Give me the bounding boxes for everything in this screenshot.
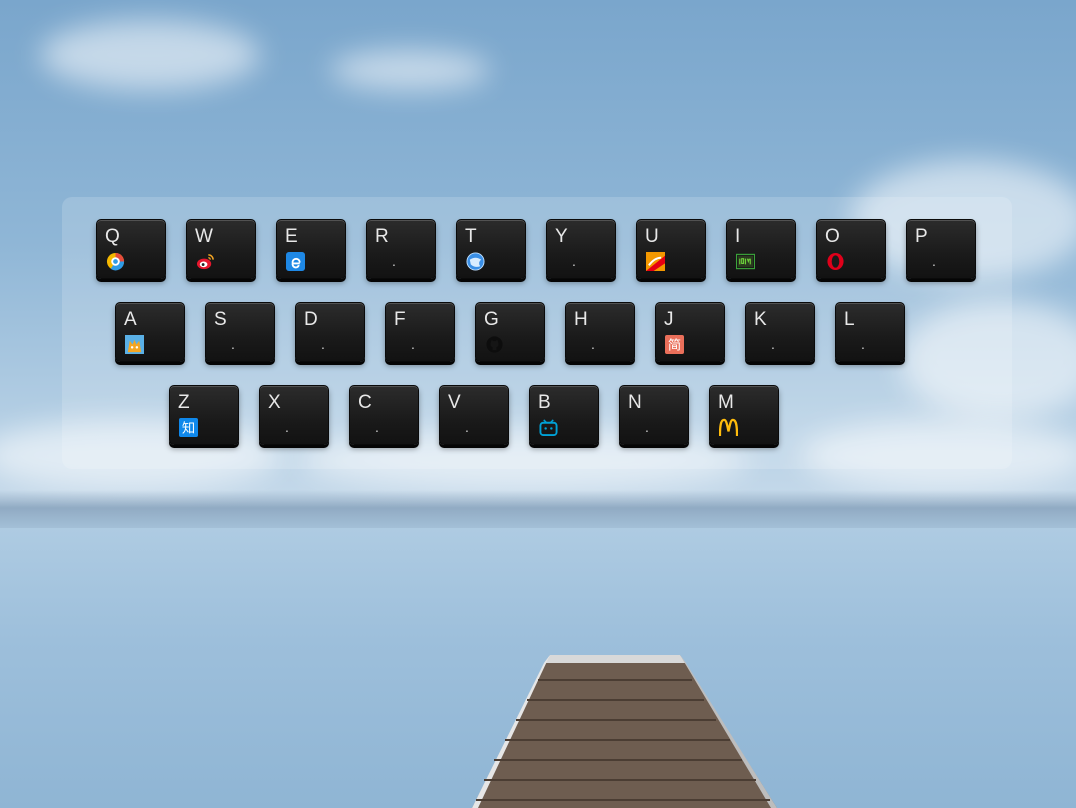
key-empty-dot: . — [285, 419, 289, 435]
key-letter: Z — [178, 392, 190, 413]
key-letter: J — [664, 309, 674, 330]
key-g[interactable]: G — [475, 302, 545, 362]
key-empty-dot: . — [861, 336, 865, 352]
key-b[interactable]: B — [529, 385, 599, 445]
key-letter: X — [268, 392, 281, 413]
key-q[interactable]: Q — [96, 219, 166, 279]
key-letter: Y — [555, 226, 568, 247]
key-y[interactable]: Y . — [546, 219, 616, 279]
key-empty-dot: . — [231, 336, 235, 352]
key-empty-dot: . — [771, 336, 775, 352]
weibo-icon — [196, 254, 214, 270]
opera-icon — [827, 252, 844, 271]
key-r[interactable]: R . — [366, 219, 436, 279]
key-letter: O — [825, 226, 840, 247]
key-letter: B — [538, 392, 551, 413]
acfun-icon — [125, 335, 144, 354]
key-letter: C — [358, 392, 372, 413]
key-empty-dot: . — [392, 253, 396, 269]
key-letter: G — [484, 309, 499, 330]
key-k[interactable]: K . — [745, 302, 815, 362]
key-v[interactable]: V . — [439, 385, 509, 445]
key-letter: H — [574, 309, 588, 330]
key-i[interactable]: I — [726, 219, 796, 279]
key-t[interactable]: T — [456, 219, 526, 279]
distant-mountains — [0, 490, 1076, 530]
key-j[interactable]: J 简 — [655, 302, 725, 362]
key-letter: U — [645, 226, 659, 247]
edge-icon — [286, 252, 305, 271]
mcdonalds-icon — [719, 418, 738, 437]
key-letter: L — [844, 309, 855, 330]
zhihu-glyph: 知 — [182, 420, 195, 437]
key-c[interactable]: C . — [349, 385, 419, 445]
key-empty-dot: . — [591, 336, 595, 352]
iqiyi-icon — [736, 253, 755, 270]
cloud — [330, 50, 490, 90]
key-letter: Q — [105, 226, 120, 247]
key-letter: N — [628, 392, 642, 413]
key-o[interactable]: O — [816, 219, 886, 279]
github-icon — [486, 336, 503, 353]
key-empty-dot: . — [321, 336, 325, 352]
jianshu-glyph: 简 — [668, 337, 681, 354]
key-letter: A — [124, 309, 137, 330]
key-letter: V — [448, 392, 461, 413]
key-h[interactable]: H . — [565, 302, 635, 362]
key-letter: F — [394, 309, 406, 330]
cloud — [40, 20, 260, 90]
key-x[interactable]: X . — [259, 385, 329, 445]
key-z[interactable]: Z 知 — [169, 385, 239, 445]
key-letter: D — [304, 309, 318, 330]
key-w[interactable]: W — [186, 219, 256, 279]
key-empty-dot: . — [572, 253, 576, 269]
key-letter: R — [375, 226, 389, 247]
zhihu-icon: 知 — [179, 418, 198, 437]
key-f[interactable]: F . — [385, 302, 455, 362]
key-empty-dot: . — [411, 336, 415, 352]
key-d[interactable]: D . — [295, 302, 365, 362]
key-m[interactable]: M — [709, 385, 779, 445]
key-empty-dot: . — [465, 419, 469, 435]
youku-icon — [646, 252, 665, 271]
key-letter: W — [195, 226, 213, 247]
bilibili-icon — [539, 419, 558, 437]
key-letter: K — [754, 309, 767, 330]
qq-browser-icon — [106, 252, 125, 271]
key-empty-dot: . — [932, 253, 936, 269]
key-n[interactable]: N . — [619, 385, 689, 445]
key-letter: M — [718, 392, 734, 413]
key-letter: P — [915, 226, 928, 247]
key-letter: E — [285, 226, 298, 247]
globe-icon — [466, 252, 485, 271]
key-p[interactable]: P . — [906, 219, 976, 279]
key-e[interactable]: E — [276, 219, 346, 279]
jianshu-icon: 简 — [665, 335, 684, 354]
pier — [472, 655, 777, 808]
key-empty-dot: . — [645, 419, 649, 435]
key-letter: I — [735, 226, 741, 247]
key-letter: T — [465, 226, 477, 247]
key-empty-dot: . — [375, 419, 379, 435]
key-a[interactable]: A — [115, 302, 185, 362]
key-l[interactable]: L . — [835, 302, 905, 362]
key-s[interactable]: S . — [205, 302, 275, 362]
key-letter: S — [214, 309, 227, 330]
key-u[interactable]: U — [636, 219, 706, 279]
